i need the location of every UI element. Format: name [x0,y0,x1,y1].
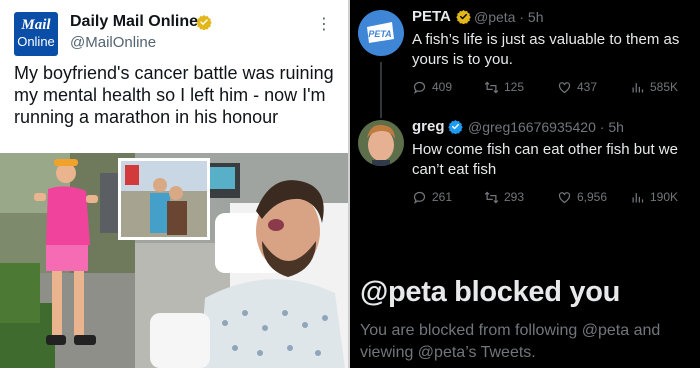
reply-button[interactable]: 409 [412,78,452,96]
tweet-text: My boyfriend's cancer battle was ruining… [14,63,334,127]
reply-count: 409 [432,80,453,94]
author-handle[interactable]: @peta · 5h [474,9,543,25]
like-button[interactable]: 6,956 [557,188,607,206]
reply-icon [413,81,426,94]
retweet-count: 293 [504,190,525,204]
blocked-message: You are blocked from following @peta and… [360,322,661,361]
peta-avatar-text: PETA [368,29,391,39]
daily-mail-tweet: Mail Online Daily Mail Online @MailOnlin… [0,0,348,368]
author-handle[interactable]: @greg16676935420 · 5h [468,119,624,135]
views-button[interactable]: 585K [630,78,678,96]
tweet-actions: 409 125 437 585K [412,78,697,96]
tweet-photo[interactable] [0,153,348,368]
photo-illustration [0,153,348,368]
like-count: 6,956 [577,190,608,204]
verified-badge-icon [456,9,471,24]
logo-line-2: Online [17,34,55,49]
views-icon [632,192,644,202]
thread-connector [380,62,382,118]
author-handle[interactable]: @MailOnline [70,34,156,51]
greg-avatar[interactable] [358,120,404,166]
like-count: 437 [577,80,598,94]
peta-avatar[interactable]: PETA [358,10,404,56]
avatar-photo [358,120,404,166]
tweet-actions: 261 293 6,956 190K [412,188,697,206]
tweet-header: Mail Online Daily Mail Online @MailOnlin… [14,12,339,56]
views-count: 585K [650,80,679,94]
like-button[interactable]: 437 [557,78,597,96]
twitter-dark-panel: PETA PETA @peta · 5h A fish’s life is ju… [350,0,700,368]
reply-count: 261 [432,190,453,204]
greg-tweet[interactable]: greg @greg16676935420 · 5h How come fish… [350,112,700,212]
retweet-count: 125 [504,80,525,94]
author-name[interactable]: Daily Mail Online [70,13,198,31]
verified-badge-icon [448,119,463,134]
reply-icon [413,191,426,204]
more-icon[interactable]: ⋮ [316,14,332,34]
retweet-icon [484,191,499,203]
views-icon [632,82,644,92]
retweet-icon [484,81,499,93]
blocked-title: @peta blocked you [360,276,621,308]
like-icon [558,81,571,93]
peta-tweet[interactable]: PETA PETA @peta · 5h A fish’s life is ju… [350,0,700,118]
author-name[interactable]: PETA [412,8,451,25]
retweet-button[interactable]: 125 [484,78,524,96]
verified-badge-icon [196,15,212,30]
views-count: 190K [650,190,679,204]
mail-online-logo[interactable]: Mail Online [14,12,58,56]
logo-line-1: Mail [21,17,51,33]
author-name[interactable]: greg [412,118,445,135]
peta-logo-icon: PETA [367,22,394,43]
like-icon [558,191,571,203]
tweet-text: A fish’s life is just as valuable to the… [412,31,680,68]
tweet-text: How come fish can eat other fish but we … [412,141,678,178]
reply-button[interactable]: 261 [412,188,452,206]
retweet-button[interactable]: 293 [484,188,524,206]
views-button[interactable]: 190K [630,188,678,206]
